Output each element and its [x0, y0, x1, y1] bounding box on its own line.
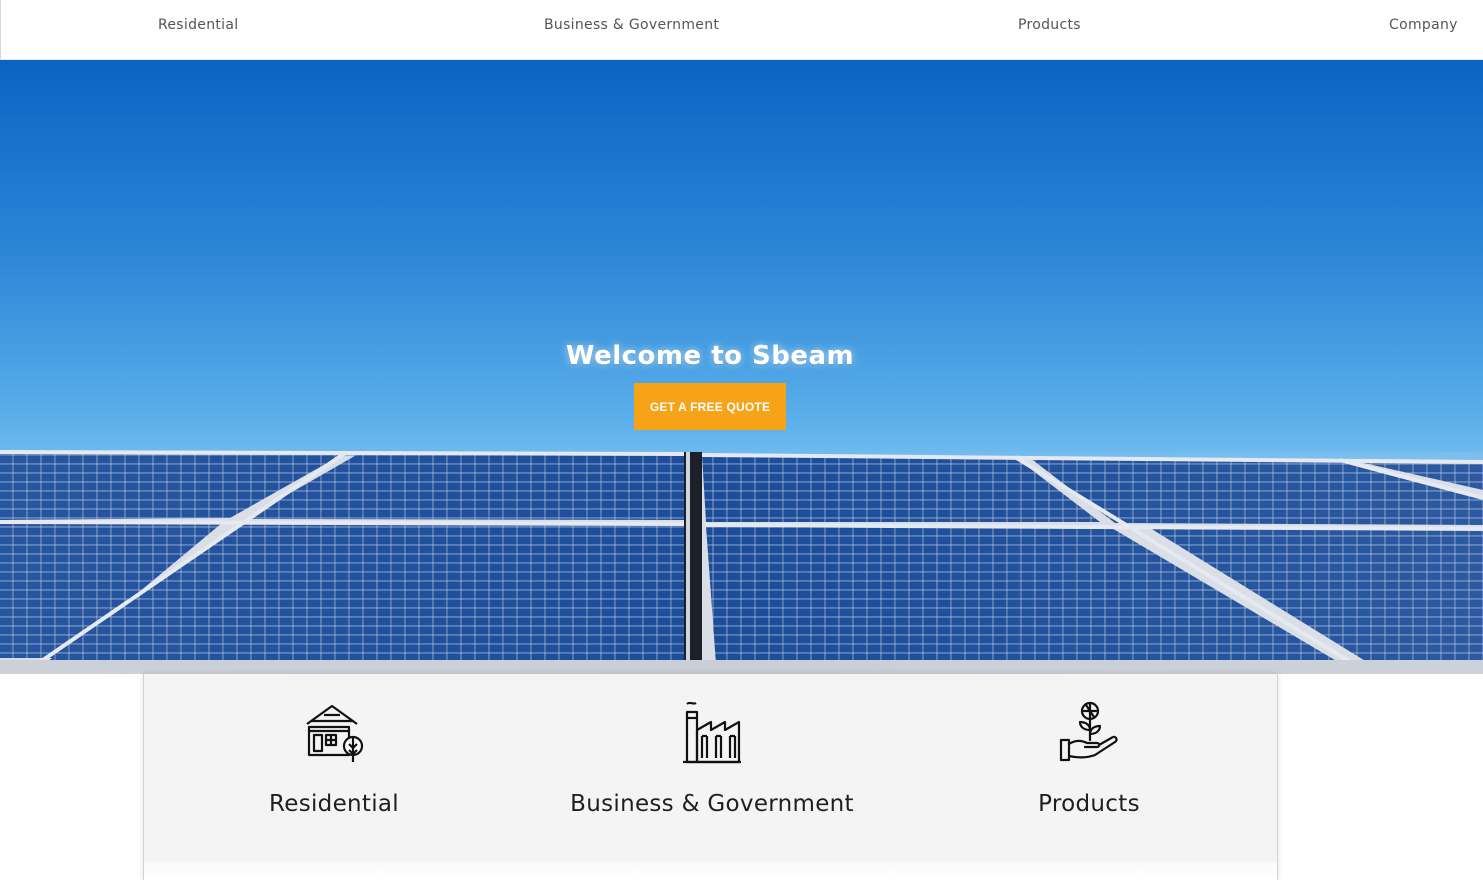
nav-link-products[interactable]: Products — [1018, 17, 1081, 33]
factory-icon — [683, 701, 741, 764]
get-free-quote-button[interactable]: GET A FREE QUOTE — [634, 383, 786, 430]
hero-title: Welcome to Sbeam — [565, 341, 855, 372]
service-business-government-label: Business & Government — [570, 791, 854, 817]
service-products-label: Products — [1038, 791, 1140, 817]
hand-plant-icon — [1059, 701, 1118, 762]
nav-link-company[interactable]: Company — [1389, 17, 1458, 33]
nav-link-business-government[interactable]: Business & Government — [544, 17, 719, 33]
service-products[interactable]: Products — [899, 674, 1279, 862]
house-tree-icon — [306, 704, 364, 762]
services-lower-strip — [144, 862, 1277, 880]
service-residential[interactable]: Residential — [144, 674, 524, 862]
service-business-government[interactable]: Business & Government — [522, 674, 902, 862]
service-residential-label: Residential — [269, 791, 399, 817]
services-section: Residential Business & Government Produc… — [143, 674, 1278, 880]
nav-link-residential[interactable]: Residential — [158, 17, 238, 33]
top-navigation: Residential Business & Government Produc… — [0, 0, 1483, 60]
hero-banner: Welcome to Sbeam GET A FREE QUOTE — [0, 60, 1483, 674]
